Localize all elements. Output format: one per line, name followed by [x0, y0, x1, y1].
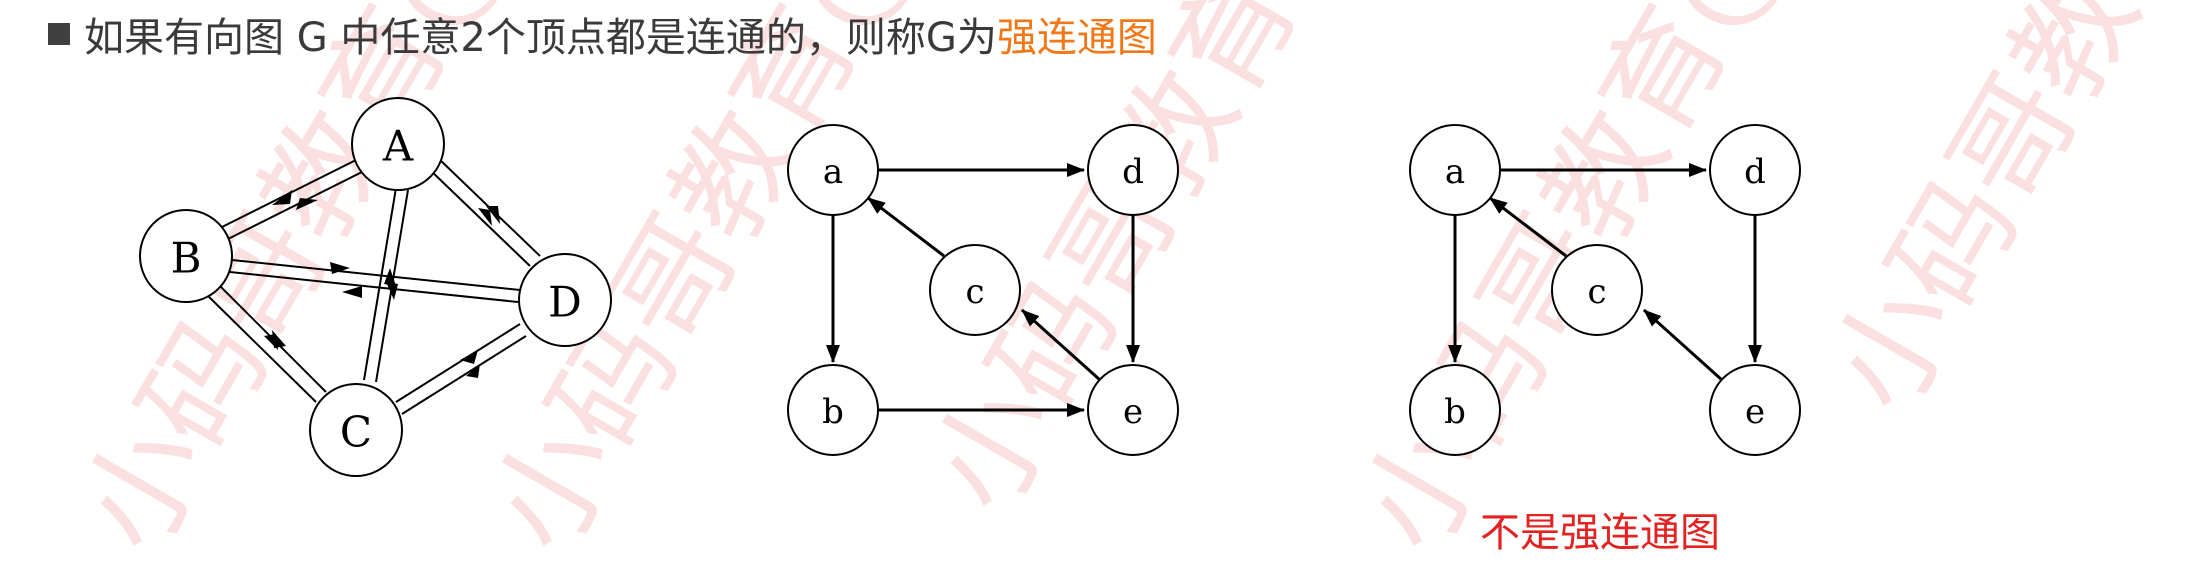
- edge-a-d: [427, 167, 531, 267]
- edge-d-c: [401, 335, 527, 415]
- arrowhead: [466, 364, 480, 378]
- graph-abcd: A B C D: [139, 97, 612, 477]
- arrowhead: [386, 282, 398, 300]
- edge-e-c: [1020, 308, 1102, 382]
- node-label: a: [1445, 152, 1465, 192]
- arrowhead: [272, 190, 292, 205]
- node-label: D: [548, 278, 582, 327]
- not-strongly-connected-caption: 不是强连通图: [1480, 510, 1720, 556]
- node-label: B: [171, 234, 202, 283]
- node-label: d: [1744, 152, 1766, 192]
- slide-heading: 如果有向图 G 中任意2个顶点都是连通的，则称G为 强连通图: [48, 6, 1157, 62]
- node-label: b: [822, 392, 844, 432]
- edge-b-a: [219, 155, 365, 229]
- graph-adcbe-not-connected: a d c b e: [1409, 124, 1801, 456]
- node-label: e: [1745, 392, 1765, 432]
- edge-c-a: [1489, 196, 1567, 258]
- arrowhead: [272, 330, 286, 348]
- heading-highlight: 强连通图: [996, 15, 1157, 61]
- node-label: C: [340, 408, 372, 457]
- edge-b-d: [231, 259, 521, 291]
- edge-c-d: [395, 323, 521, 403]
- node-label: a: [823, 152, 843, 192]
- node-label: b: [1444, 392, 1466, 432]
- edge-e-c: [1642, 308, 1724, 382]
- edge-d-b: [229, 271, 519, 303]
- node-label: e: [1123, 392, 1143, 432]
- node-label: c: [965, 272, 984, 312]
- watermark-text: 小码哥教育@MJ: [1805, 0, 2210, 435]
- arrowhead: [296, 198, 318, 210]
- edge-b-c: [203, 291, 317, 403]
- arrowhead: [342, 286, 362, 298]
- node-label: d: [1122, 152, 1144, 192]
- square-bullet-icon: [48, 23, 70, 45]
- arrowhead: [460, 350, 478, 364]
- edge-c-a: [867, 196, 945, 258]
- graph-adcbe-connected: a d c b e: [787, 124, 1179, 456]
- heading-text: 如果有向图 G 中任意2个顶点都是连通的，则称G为: [84, 15, 997, 61]
- node-label: A: [382, 122, 414, 171]
- node-label: c: [1587, 272, 1606, 312]
